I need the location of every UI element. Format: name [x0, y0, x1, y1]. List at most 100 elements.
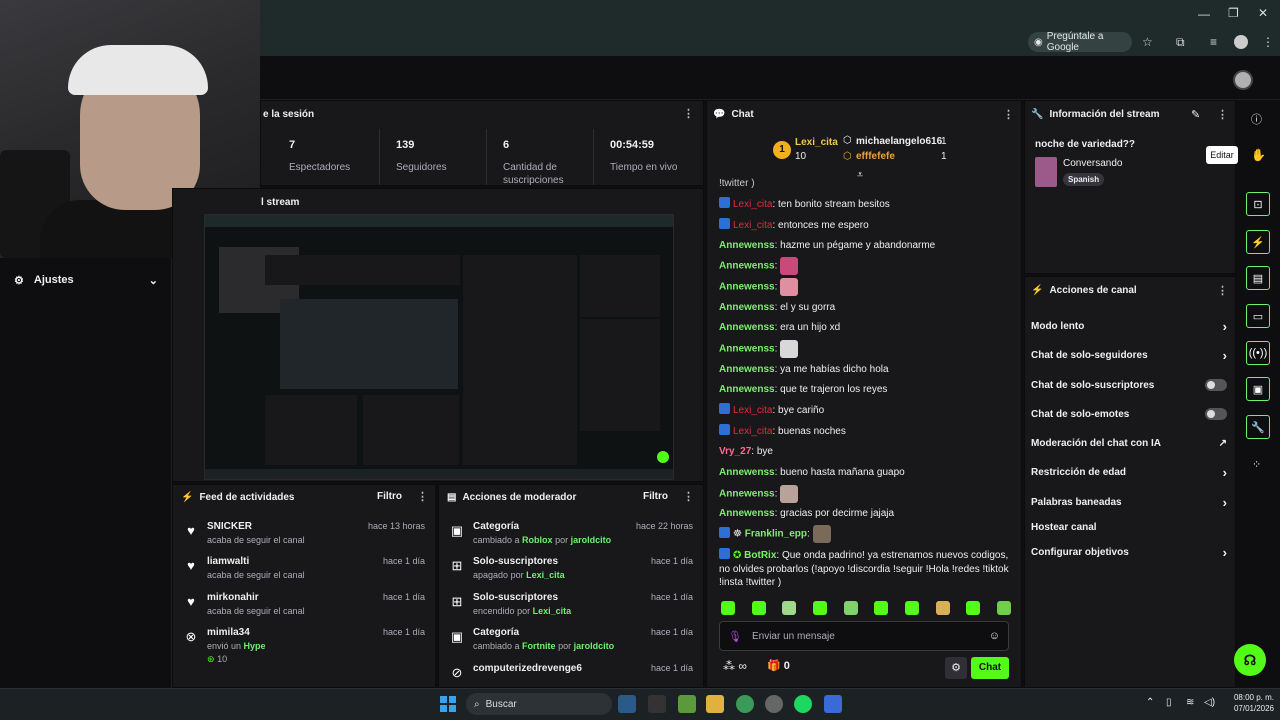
emote[interactable] — [751, 601, 766, 615]
emote[interactable] — [966, 601, 981, 615]
emote[interactable] — [935, 601, 950, 615]
broadcast-toggle-icon[interactable]: ((•)) — [1246, 341, 1270, 365]
mod-user[interactable]: Lexi_cita — [533, 606, 572, 616]
chat-user[interactable]: Lexi_cita — [733, 426, 772, 437]
tray-device-icon[interactable]: ▯ — [1166, 697, 1172, 708]
mod-user[interactable]: jaroldcito — [571, 535, 612, 545]
minimize-icon[interactable]: — — [1198, 7, 1210, 21]
chat-user[interactable]: Annewenss — [719, 344, 775, 355]
chat-user[interactable]: Annewenss — [719, 302, 775, 313]
emote[interactable] — [996, 601, 1011, 615]
preview-toggle-icon[interactable]: ⊡ — [1246, 192, 1270, 216]
kebab-icon[interactable]: ⋮ — [683, 107, 694, 120]
profile-avatar[interactable] — [1234, 35, 1248, 49]
feed-filter-button[interactable]: Filtro — [377, 491, 402, 502]
mod-toggle-icon[interactable]: ▣ — [1246, 377, 1270, 401]
bolt-toggle-icon[interactable]: ⚡ — [1246, 230, 1270, 254]
top-gifter-name[interactable]: Lexi_cita — [795, 137, 838, 148]
steam-icon[interactable] — [618, 695, 636, 713]
emote[interactable] — [874, 601, 889, 615]
emote[interactable] — [721, 601, 735, 615]
item-name[interactable]: mimila34 — [207, 627, 250, 638]
mod-user[interactable]: jaroldcito — [574, 641, 615, 651]
browser-menu-icon[interactable]: ⋮ — [1262, 35, 1274, 49]
action-host-channel[interactable]: Hostear canal — [1031, 516, 1227, 538]
taskbar-clock[interactable]: 08:00 p. m. 07/01/2026 — [1218, 692, 1274, 714]
support-fab[interactable]: ☊ — [1234, 644, 1266, 676]
chat-user[interactable]: Annewenss — [719, 240, 775, 251]
chat-user[interactable]: Annewenss — [719, 322, 775, 333]
taskbar-search[interactable]: ⌕ Buscar — [466, 693, 612, 715]
chat-user[interactable]: Annewenss — [719, 508, 775, 519]
epic-games-icon[interactable] — [648, 695, 666, 713]
chat-input[interactable]: 🎙 Enviar un mensaje ☺ — [719, 621, 1009, 651]
chat-settings-icon[interactable]: ⚙ — [945, 657, 967, 679]
spotify-icon[interactable] — [794, 695, 812, 713]
kebab-icon[interactable]: ⋮ — [683, 490, 694, 503]
app-icon[interactable] — [824, 695, 842, 713]
category-name[interactable]: Conversando — [1063, 158, 1122, 169]
mod-filter-button[interactable]: Filtro — [643, 491, 668, 502]
infinite-icon[interactable]: ⁂ ∞ — [723, 659, 747, 673]
wifi-icon[interactable]: ≋ — [1186, 697, 1194, 708]
hand-cursor-icon[interactable]: ✋ — [1251, 148, 1266, 162]
chat-user[interactable]: Franklin_epp — [745, 529, 807, 540]
chat-user[interactable]: Vry_27 — [719, 446, 751, 457]
action-age-restriction[interactable]: Restricción de edad › — [1031, 461, 1227, 483]
volume-icon[interactable]: ◁) — [1204, 697, 1215, 708]
leader-name[interactable]: michaelangelo616 — [856, 136, 942, 147]
kebab-icon[interactable]: ⋮ — [1003, 108, 1014, 121]
chat-user[interactable]: Annewenss — [719, 489, 775, 500]
sidebar-item-settings[interactable]: ⚙ Ajustes ⌄ — [0, 266, 172, 294]
app-icon[interactable] — [765, 695, 783, 713]
stream-preview-video[interactable] — [204, 214, 674, 480]
chat-user[interactable]: Annewenss — [719, 364, 775, 375]
action-ai-moderation[interactable]: Moderación del chat con IA ↗ — [1031, 432, 1227, 454]
kebab-icon[interactable]: ⋮ — [417, 490, 428, 503]
file-explorer-icon[interactable] — [706, 695, 724, 713]
chat-user[interactable]: Lexi_cita — [733, 199, 772, 210]
action-banned-words[interactable]: Palabras baneadas › — [1031, 491, 1227, 513]
send-chat-button[interactable]: Chat — [971, 657, 1009, 679]
chat-user[interactable]: Lexi_cita — [733, 405, 772, 416]
item-name[interactable]: SNICKER — [207, 521, 252, 532]
chrome-icon[interactable] — [736, 695, 754, 713]
chat-user[interactable]: Annewenss — [719, 384, 775, 395]
tray-chevron-icon[interactable]: ⌃ — [1146, 697, 1154, 708]
mic-icon[interactable]: 🎙 — [728, 630, 742, 643]
user-avatar[interactable] — [1233, 70, 1253, 90]
leader-name[interactable]: efffefefe — [856, 151, 895, 162]
reading-list-icon[interactable]: ≡ — [1210, 35, 1217, 49]
item-name[interactable]: mirkonahir — [207, 592, 259, 603]
info-icon[interactable]: ⓘ — [1251, 111, 1262, 127]
emoji-icon[interactable]: ☺ — [989, 630, 1000, 642]
bookmark-star-icon[interactable]: ☆ — [1142, 35, 1153, 49]
emote[interactable] — [782, 601, 797, 615]
mod-user[interactable]: Lexi_cita — [526, 570, 565, 580]
action-followers-only[interactable]: Chat de solo-seguidores › — [1031, 344, 1227, 366]
windows-start-icon[interactable] — [440, 696, 456, 712]
chat-user[interactable]: Annewenss — [719, 282, 775, 293]
chat-user[interactable]: Annewenss — [719, 261, 775, 272]
wrench-toggle-icon[interactable]: 🔧 — [1246, 415, 1270, 439]
chat-user[interactable]: Lexi_cita — [733, 220, 772, 231]
subs-only-toggle[interactable] — [1205, 379, 1227, 391]
emote[interactable] — [904, 601, 919, 615]
action-slow-mode[interactable]: Modo lento › — [1031, 315, 1227, 337]
apps-icon[interactable]: ⁘ — [1252, 458, 1261, 471]
kebab-icon[interactable]: ⋮ — [1217, 284, 1228, 297]
extensions-icon[interactable]: ⧉ — [1176, 35, 1185, 50]
item-name[interactable]: liamwalti — [207, 556, 249, 567]
kebab-icon[interactable]: ⋮ — [1217, 108, 1228, 121]
chat-user[interactable]: Annewenss — [719, 467, 775, 478]
emotes-only-toggle[interactable] — [1205, 408, 1227, 420]
edit-pencil-icon[interactable]: ✎ — [1191, 108, 1200, 121]
emote[interactable] — [843, 601, 858, 615]
chat-toggle-icon[interactable]: ▭ — [1246, 304, 1270, 328]
maximize-icon[interactable]: ❐ — [1228, 6, 1239, 20]
close-icon[interactable]: ✕ — [1258, 6, 1268, 20]
ask-google-button[interactable]: ◉ Pregúntale a Google — [1028, 31, 1132, 53]
emote[interactable] — [812, 601, 827, 615]
minecraft-icon[interactable] — [678, 695, 696, 713]
action-goals[interactable]: Configurar objetivos › — [1031, 541, 1227, 563]
